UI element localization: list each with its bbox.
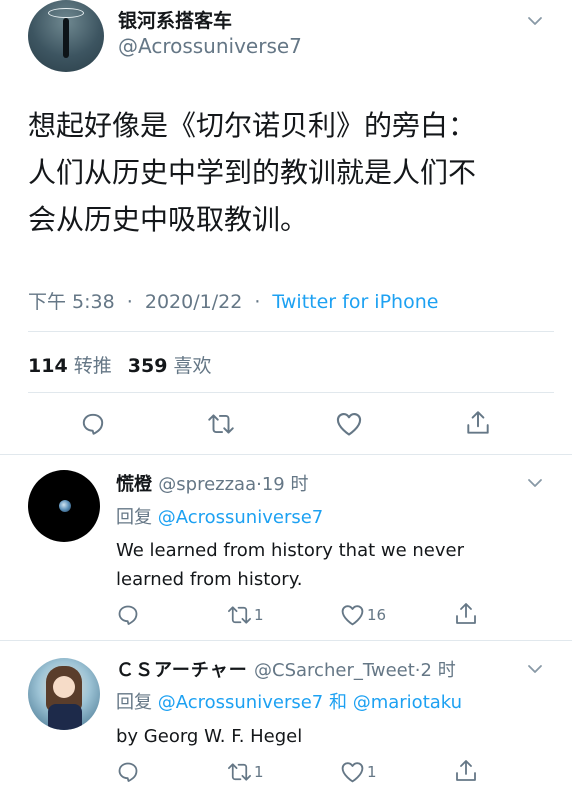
reply-icon[interactable] (116, 603, 140, 627)
reply-header: ＣＳアーチャー @CSarcher_Tweet·2 时 (116, 656, 456, 682)
reply-time[interactable]: 2 时 (421, 660, 456, 681)
like-icon[interactable] (335, 411, 363, 437)
mention-link[interactable]: @Acrossuniverse7 (158, 692, 324, 713)
retweet-stat[interactable]: 114 转推 (28, 355, 112, 377)
meta-separator: · (126, 291, 133, 313)
reply-text: We learned from history that we never le… (116, 536, 536, 594)
share-icon[interactable] (454, 758, 478, 784)
tweet-stats: 114 转推 359 喜欢 (28, 351, 212, 378)
tweet-date[interactable]: 2020/1/22 (145, 291, 242, 313)
retweet-count: 1 (254, 763, 264, 781)
author-display-name[interactable]: 银河系搭客车 (118, 6, 232, 33)
mention-link[interactable]: @mariotaku (353, 692, 462, 713)
like-count: 1 (367, 763, 377, 781)
reply-text: by Georg W. F. Hegel (116, 722, 536, 751)
tweet-source-link[interactable]: Twitter for iPhone (272, 291, 438, 313)
reply-display-name[interactable]: ＣＳアーチャー (116, 660, 248, 681)
reply-icon[interactable] (80, 411, 106, 437)
chevron-down-icon[interactable] (526, 12, 544, 30)
tweet-text-line: 人们从历史中学到的教训就是人们不 (28, 156, 477, 189)
tweet-time[interactable]: 下午 5:38 (28, 291, 115, 313)
reply-text-line: We learned from history that we never (116, 540, 465, 561)
mention-joiner: 和 (328, 692, 347, 713)
tweet-text-line: 会从历史中吸取教训。 (28, 203, 309, 236)
reply-avatar[interactable] (28, 658, 100, 730)
meta-separator: · (254, 291, 261, 313)
reply-display-name[interactable]: 慌橙 (116, 474, 152, 495)
like-count: 16 (367, 606, 387, 624)
tweet-text-line: 想起好像是《切尔诺贝利》的旁白： (28, 109, 477, 142)
chevron-down-icon[interactable] (526, 660, 544, 678)
chevron-down-icon[interactable] (526, 474, 544, 492)
tweet-meta: 下午 5:38 · 2020/1/22 · Twitter for iPhone (28, 287, 438, 314)
reply-prefix: 回复 (116, 507, 152, 528)
author-handle[interactable]: @Acrossuniverse7 (118, 34, 302, 58)
reply-icon[interactable] (116, 760, 140, 784)
reply-text-line: by Georg W. F. Hegel (116, 726, 303, 747)
retweet-icon[interactable] (226, 760, 253, 784)
retweet-icon[interactable] (226, 603, 253, 627)
retweet-icon[interactable] (206, 411, 236, 437)
mention-link[interactable]: @Acrossuniverse7 (158, 507, 324, 528)
like-icon[interactable] (340, 603, 365, 627)
share-icon[interactable] (465, 409, 491, 437)
divider (0, 640, 572, 641)
divider (28, 392, 554, 393)
like-icon[interactable] (340, 760, 365, 784)
reply-text-line: learned from history. (116, 569, 303, 590)
like-stat[interactable]: 359 喜欢 (128, 355, 212, 377)
retweet-count: 1 (254, 606, 264, 624)
reply-time[interactable]: 19 时 (262, 474, 309, 495)
reply-context: 回复 @Acrossuniverse7 (116, 503, 323, 529)
divider (28, 331, 554, 332)
reply-avatar[interactable] (28, 470, 100, 542)
tweet-text: 想起好像是《切尔诺贝利》的旁白： 人们从历史中学到的教训就是人们不 会从历史中吸… (28, 102, 558, 243)
reply-handle[interactable]: @sprezzaa (158, 474, 256, 495)
divider (0, 454, 572, 455)
reply-handle[interactable]: @CSarcher_Tweet (254, 660, 415, 681)
reply-context: 回复 @Acrossuniverse7 和 @mariotaku (116, 688, 462, 714)
author-avatar[interactable] (28, 0, 104, 72)
reply-header: 慌橙 @sprezzaa·19 时 (116, 470, 309, 496)
share-icon[interactable] (454, 601, 478, 627)
reply-prefix: 回复 (116, 692, 152, 713)
